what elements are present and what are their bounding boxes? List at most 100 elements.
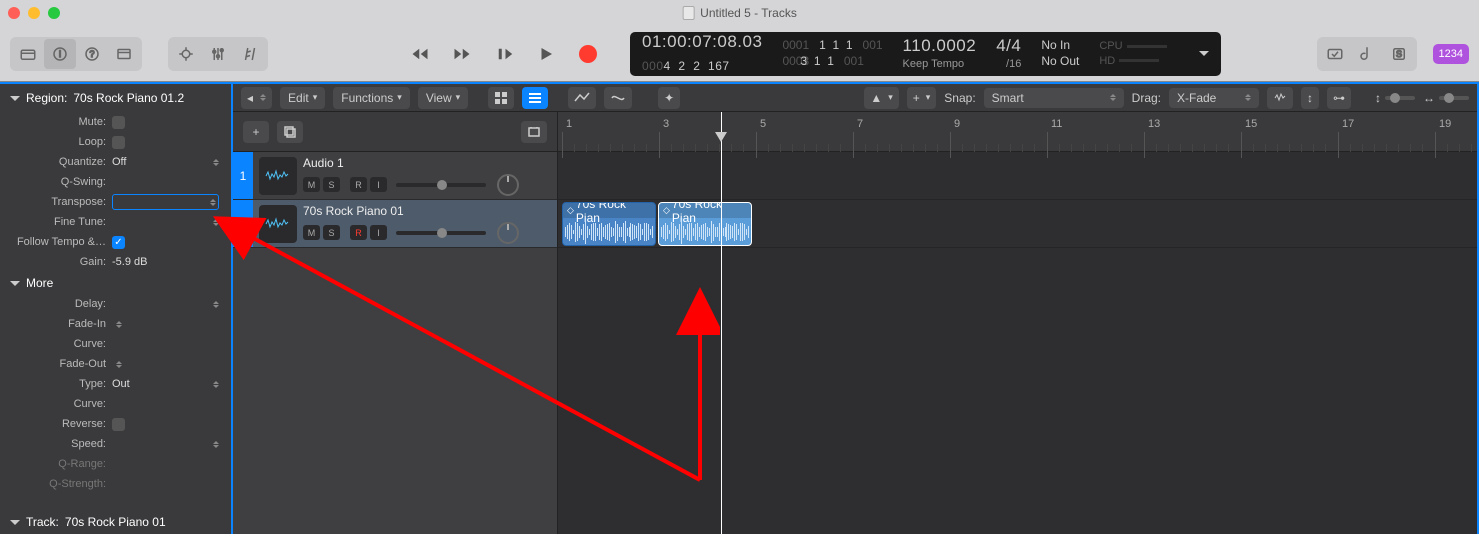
duplicate-track-button[interactable] [277,121,303,143]
input-monitor-button[interactable]: I [370,225,387,240]
audio-region-1[interactable]: ◇70s Rock Pian [562,202,656,246]
mute-button[interactable]: M [303,177,320,192]
play-button[interactable] [527,39,565,69]
lcd-display[interactable]: 01:00:07:08.03 0004 2 2 167 00011 1 1001… [630,32,1221,76]
snap-label: Snap: [944,91,975,105]
gain-value[interactable]: -5.9 dB [112,256,219,268]
vertical-zoom-icon: ↕ [1375,91,1381,105]
zoom-window-button[interactable] [48,7,60,19]
svg-text:?: ? [89,49,94,59]
pan-knob[interactable] [497,222,519,244]
fadeout-curve-label: Curve: [0,398,112,410]
type-label: Type: [0,378,112,390]
waveform-zoom-button[interactable] [1267,87,1293,109]
audio-icon[interactable] [259,157,297,195]
horizontal-zoom-icon: ↔ [1423,91,1435,105]
loops-button[interactable]: S [1383,39,1415,69]
fadein-label: Fade-In [0,318,112,330]
arrange-toolbar: ◂ Edit▾ Functions▾ View▾ ✦ ▲▾ +▾ Snap: S… [233,84,1477,112]
list-view-button[interactable] [522,87,548,109]
v-zoom-slider[interactable] [1385,96,1415,100]
track-number: 2 [233,200,253,247]
more-header[interactable]: More [0,272,231,294]
mute-button[interactable]: M [303,225,320,240]
drag-label: Drag: [1132,91,1161,105]
mute-checkbox[interactable] [112,116,125,129]
mute-label: Mute: [0,116,112,128]
track-name[interactable]: 70s Rock Piano 01 [303,204,557,218]
edit-menu[interactable]: Edit▾ [280,87,325,109]
track-lane-2[interactable]: ◇70s Rock Pian ◇70s Rock Pian [558,200,1477,248]
forward-button[interactable] [443,39,481,69]
ruler[interactable]: 135791113151719 [558,112,1477,152]
input-monitor-button[interactable]: I [370,177,387,192]
notes-button[interactable] [1351,39,1383,69]
lcd-expand-icon[interactable] [1199,51,1209,56]
global-tracks-button[interactable] [521,121,547,143]
qstrength-label: Q-Strength: [0,478,112,490]
transpose-select[interactable] [112,194,219,210]
flex-button[interactable] [604,87,632,109]
automation-button[interactable] [568,87,596,109]
functions-menu[interactable]: Functions▾ [333,87,410,109]
quantize-value[interactable]: Off [112,156,213,168]
volume-slider[interactable] [396,183,486,187]
timeline-area[interactable]: 135791113151719 ◇70s Rock Pian ◇70s Rock… [558,112,1477,534]
snap-select[interactable]: Smart [984,88,1124,108]
list-editors-button[interactable] [1319,39,1351,69]
record-enable-button[interactable]: R [350,177,367,192]
delay-label: Delay: [0,298,112,310]
track-lane-1[interactable] [558,152,1477,200]
arrange-area: ◂ Edit▾ Functions▾ View▾ ✦ ▲▾ +▾ Snap: S… [233,82,1479,534]
follow-tempo-checkbox[interactable]: ✓ [112,236,125,249]
minimize-window-button[interactable] [28,7,40,19]
transpose-label: Transpose: [0,196,112,208]
help-button[interactable]: ? [76,39,108,69]
navigate-button[interactable]: ◂ [241,87,272,109]
alt-tool[interactable]: +▾ [907,87,937,109]
type-value[interactable]: Out [112,378,213,390]
svg-text:i: i [59,49,61,59]
playhead[interactable] [721,112,722,534]
inspector-button[interactable]: i [44,39,76,69]
track-row-1[interactable]: 1 Audio 1 M S R I [233,152,557,200]
mixer-button[interactable] [202,39,234,69]
library-button[interactable] [12,39,44,69]
grid-view-button[interactable] [488,87,514,109]
vertical-zoom-button[interactable]: ↕ [1301,87,1319,109]
toolbar-button[interactable] [108,39,140,69]
add-track-button[interactable]: + [243,121,269,143]
gain-label: Gain: [0,256,112,268]
solo-button[interactable]: S [323,177,340,192]
inspector-panel: Region: 70s Rock Piano 01.2 Mute: Loop: … [0,82,233,534]
svg-text:S: S [1396,49,1402,59]
catch-button[interactable]: ✦ [658,87,680,109]
loop-checkbox[interactable] [112,136,125,149]
audio-region-2[interactable]: ◇70s Rock Pian [658,202,752,246]
solo-button[interactable]: S [323,225,340,240]
h-zoom-slider[interactable] [1439,96,1469,100]
pointer-tool[interactable]: ▲▾ [864,87,898,109]
master-badge[interactable]: 1234 [1433,44,1469,64]
track-name[interactable]: Audio 1 [303,156,557,170]
rewind-button[interactable] [401,39,439,69]
reverse-checkbox[interactable] [112,418,125,431]
speed-label: Speed: [0,438,112,450]
region-header[interactable]: Region: 70s Rock Piano 01.2 [0,84,231,112]
zoom-fit-button[interactable]: ⊶ [1327,87,1351,109]
close-window-button[interactable] [8,7,20,19]
track-header[interactable]: Track: 70s Rock Piano 01 [0,508,231,534]
pan-knob[interactable] [497,174,519,196]
track-row-2[interactable]: 2 70s Rock Piano 01 M S R I [233,200,557,248]
drag-select[interactable]: X-Fade [1169,88,1259,108]
volume-slider[interactable] [396,231,486,235]
record-enable-button[interactable]: R [350,225,367,240]
qrange-label: Q-Range: [0,458,112,470]
stop-button[interactable] [485,39,523,69]
view-menu[interactable]: View▾ [418,87,468,109]
smart-controls-button[interactable] [170,39,202,69]
editors-button[interactable] [234,39,266,69]
audio-icon[interactable] [259,205,297,243]
loop-label: Loop: [0,136,112,148]
record-button[interactable] [569,39,607,69]
